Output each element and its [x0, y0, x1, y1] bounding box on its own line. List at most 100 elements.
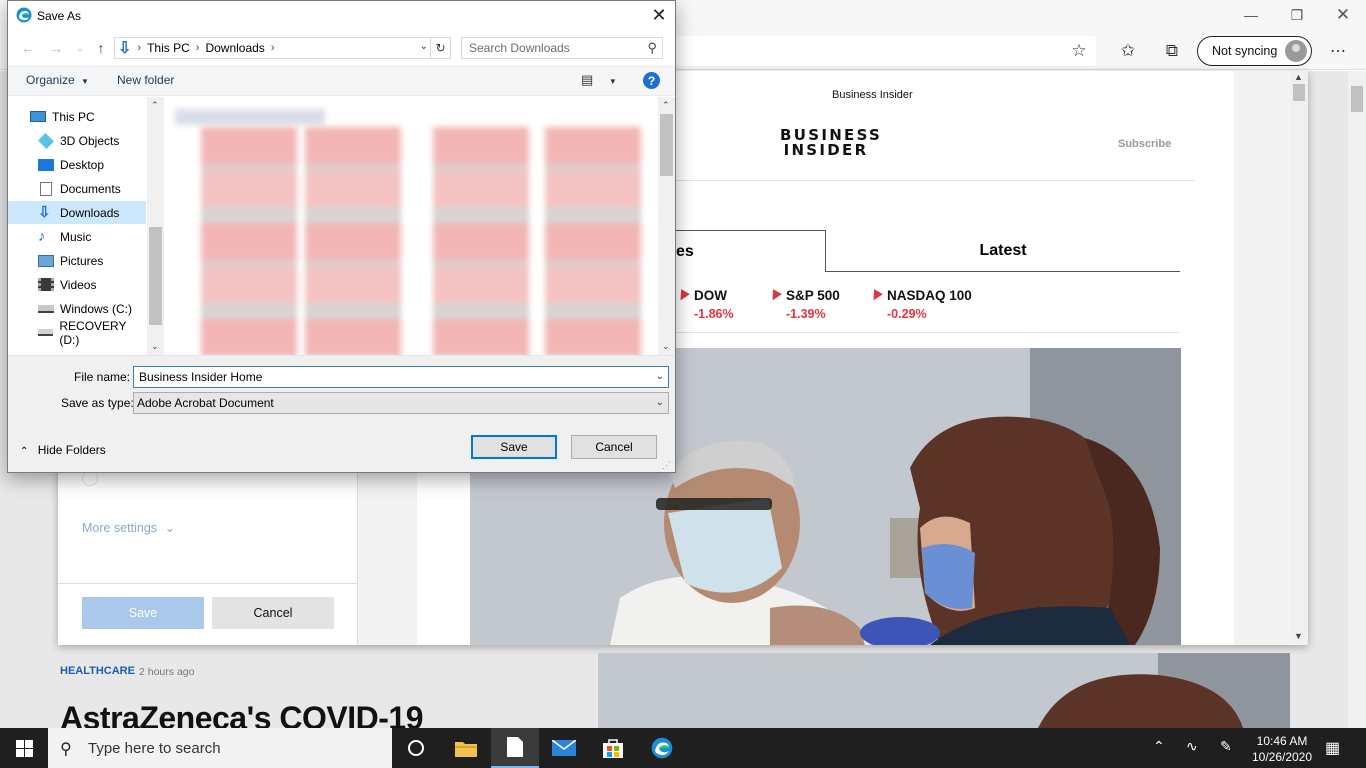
scroll-down-icon[interactable]: ⌄ — [151, 341, 159, 352]
save-as-type-select[interactable]: Adobe Acrobat Document ⌄ — [133, 392, 669, 414]
file-list-scroll-thumb[interactable] — [660, 114, 673, 176]
dialog-title: Save As — [37, 9, 82, 23]
store-icon[interactable] — [589, 728, 637, 768]
recent-locations-icon[interactable]: ⌄ — [69, 38, 91, 58]
favorite-star-icon[interactable]: ☆ — [1065, 38, 1093, 64]
chevron-right-icon[interactable]: › — [137, 42, 141, 54]
chevron-up-icon: ⌃ — [20, 446, 29, 457]
file-list[interactable] — [165, 97, 656, 355]
chevron-down-icon[interactable]: ⌄ — [420, 41, 428, 52]
more-settings-link[interactable]: More settings ⌄ — [82, 520, 175, 535]
preview-scroll-thumb[interactable] — [1293, 84, 1305, 101]
downloads-icon: ⇩ — [38, 203, 51, 221]
favorites-icon[interactable]: ✩ — [1114, 38, 1142, 64]
clock[interactable]: 10:46 AM 10/26/2020 — [1251, 733, 1313, 765]
show-hidden-icons-icon[interactable]: ⌃ — [1153, 738, 1165, 755]
change-view-button[interactable]: ▤ ▼ — [581, 72, 617, 88]
edge-icon — [16, 7, 32, 23]
cancel-button[interactable]: Cancel — [571, 435, 657, 459]
nav-item-recovery-d[interactable]: RECOVERY (D:) — [38, 319, 146, 347]
nav-item-this-pc[interactable]: This PC — [30, 105, 146, 128]
task-view-icon[interactable] — [392, 728, 440, 768]
nav-item-3d-objects[interactable]: 3D Objects — [38, 129, 146, 152]
print-save-button[interactable]: Save — [82, 597, 204, 629]
chevron-right-icon[interactable]: › — [196, 42, 200, 54]
article-category[interactable]: HEALTHCARE — [60, 665, 135, 677]
back-arrow-icon[interactable]: ← — [17, 38, 39, 58]
videos-icon — [38, 278, 54, 291]
chevron-right-icon[interactable]: › — [271, 42, 275, 54]
chevron-down-icon: ⌄ — [164, 521, 175, 535]
refresh-icon[interactable]: ↻ — [430, 38, 450, 58]
help-icon[interactable]: ? — [643, 72, 660, 89]
nav-item-downloads[interactable]: ⇩ Downloads — [8, 201, 146, 224]
nav-item-label: Music — [60, 229, 92, 244]
mail-icon[interactable] — [540, 728, 588, 768]
3d-objects-icon — [38, 132, 54, 149]
taskbar-search[interactable]: Type here to search — [48, 728, 392, 768]
address-bar[interactable] — [676, 36, 1096, 66]
blurred-file[interactable] — [433, 127, 529, 355]
print-cancel-button[interactable]: Cancel — [212, 597, 334, 629]
notifications-icon[interactable]: ▦ — [1325, 738, 1340, 758]
more-icon[interactable]: ⋯ — [1324, 38, 1352, 64]
nav-item-label: Videos — [60, 277, 97, 292]
document-app-icon[interactable] — [491, 728, 539, 768]
organize-label: Organize — [26, 73, 75, 87]
resize-grip-icon[interactable]: ⋰ — [662, 460, 671, 471]
blurred-file[interactable] — [201, 127, 297, 355]
browser-scroll-thumb[interactable] — [1351, 86, 1363, 112]
scroll-down-icon[interactable]: ⌄ — [662, 341, 670, 352]
forward-arrow-icon[interactable]: → — [45, 38, 67, 58]
nav-item-music[interactable]: ♪ Music — [38, 225, 146, 248]
chevron-down-icon[interactable]: ⌄ — [656, 371, 664, 382]
pen-icon[interactable]: ✎ — [1220, 738, 1232, 755]
blurred-file[interactable] — [545, 127, 641, 355]
scroll-up-icon[interactable]: ▲ — [1294, 72, 1303, 82]
search-icon: ⚲ — [60, 741, 72, 758]
new-folder-button[interactable]: New folder — [117, 73, 174, 87]
business-insider-logo: BUSINESS INSIDER — [780, 128, 880, 158]
address-breadcrumb[interactable]: ⇩ › This PC › Downloads › ⌄ ↻ — [114, 37, 451, 59]
print-divider — [58, 583, 358, 584]
search-icon[interactable]: ⚲ — [647, 40, 657, 56]
up-arrow-icon[interactable]: ↑ — [90, 38, 112, 58]
profile-sync-button[interactable]: Not syncing — [1197, 36, 1312, 66]
restore-icon[interactable]: ❐ — [1274, 0, 1320, 30]
nav-item-pictures[interactable]: Pictures — [38, 249, 146, 272]
scroll-up-icon[interactable]: ⌃ — [151, 100, 159, 111]
ticker-change: -0.29% — [887, 307, 927, 321]
minimize-icon[interactable]: — — [1228, 0, 1274, 30]
edge-browser-icon[interactable] — [638, 728, 686, 768]
article-age: 2 hours ago — [139, 666, 195, 678]
collections-icon[interactable]: ⧉ — [1158, 38, 1186, 64]
wifi-icon[interactable]: ∿ — [1186, 738, 1198, 755]
file-name-field[interactable]: ⌄ — [133, 366, 669, 388]
breadcrumb-downloads[interactable]: Downloads — [205, 41, 264, 55]
nav-item-label: Windows (C:) — [60, 301, 133, 316]
nav-item-videos[interactable]: Videos — [38, 273, 146, 296]
close-icon[interactable]: ✕ — [645, 3, 673, 27]
file-name-input[interactable] — [134, 367, 644, 387]
nav-item-windows-c[interactable]: Windows (C:) — [38, 297, 146, 320]
scroll-up-icon[interactable]: ⌃ — [662, 100, 670, 111]
ticker-name: DOW — [694, 288, 727, 303]
nav-item-documents[interactable]: Documents — [38, 177, 146, 200]
preview-scrollbar[interactable] — [1290, 71, 1308, 645]
search-box[interactable]: ⚲ — [461, 37, 663, 59]
close-window-icon[interactable]: ✕ — [1320, 0, 1366, 30]
nav-item-desktop[interactable]: Desktop — [38, 153, 146, 176]
file-explorer-icon[interactable] — [442, 728, 490, 768]
chevron-down-icon[interactable]: ⌄ — [656, 397, 664, 408]
browser-scrollbar[interactable] — [1348, 71, 1366, 728]
blurred-file[interactable] — [305, 127, 401, 355]
hide-folders-button[interactable]: ⌃ Hide Folders — [20, 443, 106, 457]
save-button[interactable]: Save — [471, 435, 557, 459]
breadcrumb-this-pc[interactable]: This PC — [147, 41, 190, 55]
scroll-down-icon[interactable]: ▼ — [1294, 631, 1303, 641]
search-input[interactable] — [462, 38, 632, 58]
organize-menu[interactable]: Organize ▼ — [26, 73, 89, 87]
start-button[interactable] — [0, 728, 48, 768]
nav-pane-scroll-thumb[interactable] — [149, 227, 162, 325]
save-as-type-label: Save as type: — [61, 396, 134, 410]
